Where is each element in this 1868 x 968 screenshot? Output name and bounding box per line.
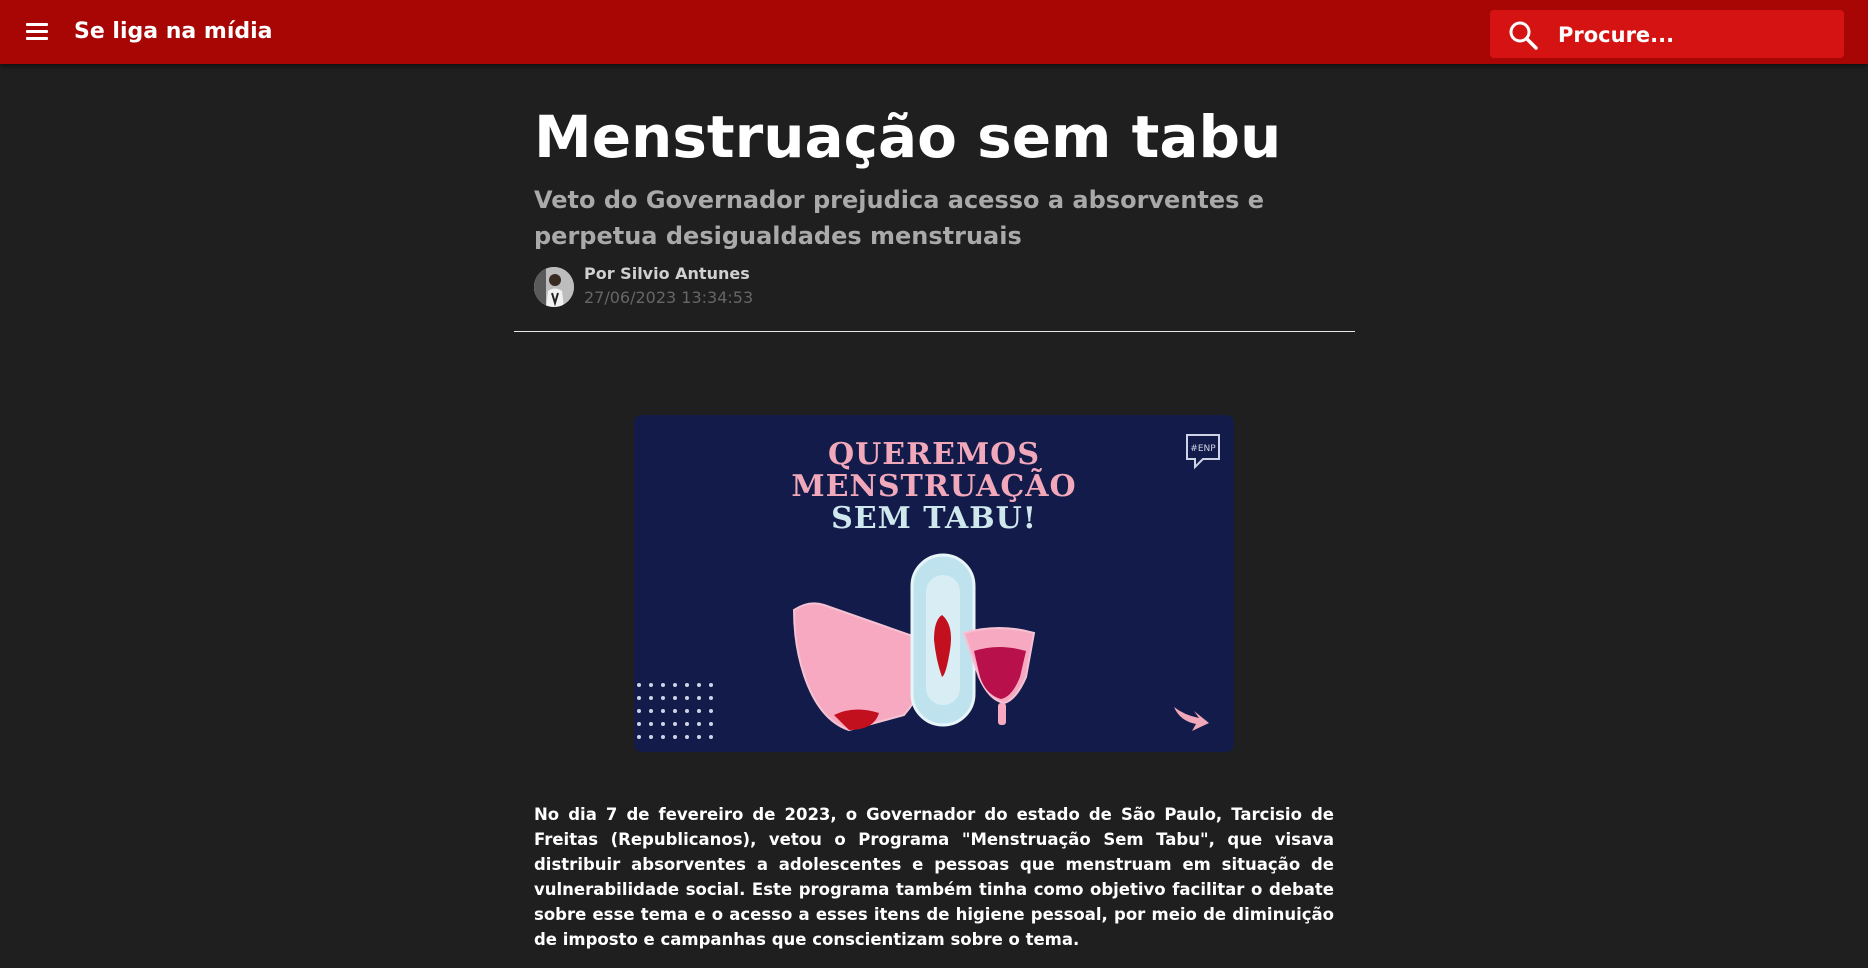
search-icon[interactable] [1508,20,1538,50]
hero-tag: #ENP [1190,444,1216,454]
speech-bubble-icon: #ENP [1186,434,1220,470]
hero-image: QUEREMOS MENSTRUAÇÃO SEM TABU! #ENP [634,415,1234,752]
menu-icon [26,23,48,26]
article-subtitle: Veto do Governador prejudica acesso a ab… [534,186,1265,250]
dots-decoration [637,683,713,739]
hero-illustration: #ENP [637,434,1220,739]
avatar-image [534,267,574,307]
article-paragraph: No dia 7 de fevereiro de 2023, o Governa… [534,805,1334,949]
author-byline[interactable]: Por Silvio Antunes [584,264,750,283]
menu-icon-bar [26,30,48,33]
search-box[interactable] [1490,10,1844,58]
site-title[interactable]: Se liga na mídia [74,19,273,44]
underwear-illustration [792,602,928,732]
search-input[interactable] [1556,18,1830,52]
pad-illustration [910,553,976,727]
menu-icon-bar [26,37,48,40]
top-app-bar: Se liga na mídia [0,0,1868,64]
author-avatar[interactable] [534,267,574,307]
header-divider [514,331,1355,332]
arrow-icon [1174,707,1209,731]
article-title: Menstruação sem tabu [534,103,1282,171]
publish-date: 27/06/2023 13:34:53 [584,288,754,307]
menu-button[interactable] [24,20,52,44]
